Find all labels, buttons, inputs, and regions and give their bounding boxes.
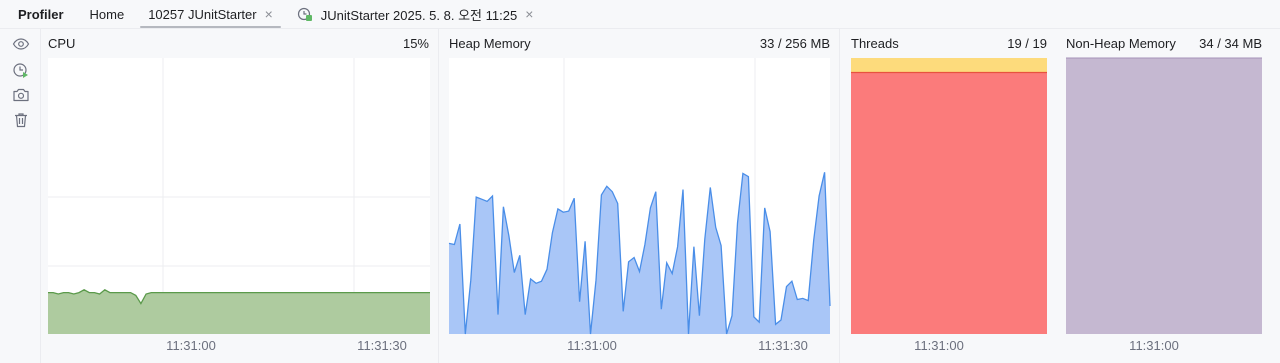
- profiler-sidebar: [0, 29, 41, 363]
- heap-value: 33 / 256 MB: [759, 36, 830, 51]
- panel-divider: [839, 29, 840, 363]
- camera-icon[interactable]: [11, 85, 31, 105]
- series-area: [48, 289, 430, 334]
- eye-icon[interactable]: [11, 34, 31, 54]
- heap-chart: [448, 58, 831, 335]
- cpu-snapshot-icon[interactable]: [11, 60, 31, 80]
- threads-label: Threads: [851, 36, 899, 51]
- tab-bar: Profiler Home 10257 JUnitStarter × JUnit…: [0, 0, 1280, 29]
- profiler-title: Profiler: [18, 6, 64, 22]
- threads-chart: [851, 58, 1047, 335]
- tab-label: JUnitStarter 2025. 5. 8. 오전 11:25: [320, 7, 518, 23]
- tab-junitstarter-live[interactable]: 10257 JUnitStarter ×: [136, 0, 285, 28]
- snapshot-clock-icon: [297, 6, 313, 22]
- time-tick: 11:31:00: [567, 338, 617, 353]
- tab-home[interactable]: Home: [78, 0, 137, 28]
- nonheap-label: Non-Heap Memory: [1066, 36, 1176, 51]
- nonheap-value: 34 / 34 MB: [1199, 36, 1262, 51]
- threads-running-area: [851, 72, 1047, 335]
- close-icon[interactable]: ×: [525, 6, 533, 22]
- trash-icon[interactable]: [11, 110, 31, 130]
- close-icon[interactable]: ×: [265, 6, 273, 22]
- cpu-label: CPU: [48, 36, 76, 51]
- nonheap-area: [1066, 58, 1262, 334]
- threads-value: 19 / 19: [1007, 36, 1047, 51]
- time-tick: 11:31:30: [357, 338, 407, 353]
- cpu-value: 15%: [402, 36, 429, 51]
- tab-label: Home: [89, 6, 125, 22]
- panel-divider: [438, 29, 439, 363]
- cpu-chart: [48, 58, 430, 334]
- tab-label: 10257 JUnitStarter: [148, 6, 257, 22]
- time-tick: 11:31:30: [758, 338, 808, 353]
- nonheap-chart: [1066, 57, 1262, 334]
- tab-junitstarter-snapshot[interactable]: JUnitStarter 2025. 5. 8. 오전 11:25 ×: [285, 0, 546, 28]
- time-tick: 11:31:00: [1129, 338, 1179, 353]
- time-tick: 11:31:00: [914, 338, 964, 353]
- threads-waiting-area: [851, 58, 1047, 73]
- time-tick: 11:31:00: [166, 338, 216, 353]
- heap-label: Heap Memory: [449, 36, 531, 51]
